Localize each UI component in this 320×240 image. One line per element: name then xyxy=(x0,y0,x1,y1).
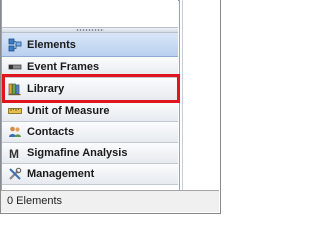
nav-item-contacts[interactable]: Contacts xyxy=(2,122,178,143)
status-bar: 0 Elements xyxy=(1,190,219,212)
nav-item-label: Event Frames xyxy=(27,61,100,73)
contacts-icon xyxy=(8,125,22,139)
nav-item-sigmafine-analysis[interactable]: M Sigmafine Analysis xyxy=(2,143,178,164)
nav-item-label: Contacts xyxy=(27,126,75,138)
content-pane-edge xyxy=(179,0,220,190)
nav-item-label: Library xyxy=(27,83,65,95)
event-frames-icon xyxy=(8,60,22,74)
grip-dots-icon xyxy=(76,29,104,31)
nav-item-label: Unit of Measure xyxy=(27,105,110,117)
nav-item-label: Management xyxy=(27,168,95,180)
nav-item-library[interactable]: Library xyxy=(2,78,178,101)
library-icon xyxy=(8,82,22,96)
nav-item-management[interactable]: Management xyxy=(2,164,178,185)
management-icon xyxy=(8,167,22,181)
elements-icon xyxy=(8,38,22,52)
navigation-panel: Elements Event Frames Library Unit of Me… xyxy=(2,33,178,185)
svg-text:M: M xyxy=(9,147,19,160)
tree-pane[interactable] xyxy=(2,0,178,27)
nav-item-label: Elements xyxy=(27,38,76,51)
sigmafine-icon: M xyxy=(8,146,22,160)
nav-item-unit-of-measure[interactable]: Unit of Measure xyxy=(2,101,178,122)
unit-of-measure-icon xyxy=(8,104,22,118)
nav-item-event-frames[interactable]: Event Frames xyxy=(2,57,178,78)
nav-item-label: Sigmafine Analysis xyxy=(27,147,128,159)
status-text: 0 Elements xyxy=(7,195,63,207)
nav-item-elements[interactable]: Elements xyxy=(2,33,178,57)
